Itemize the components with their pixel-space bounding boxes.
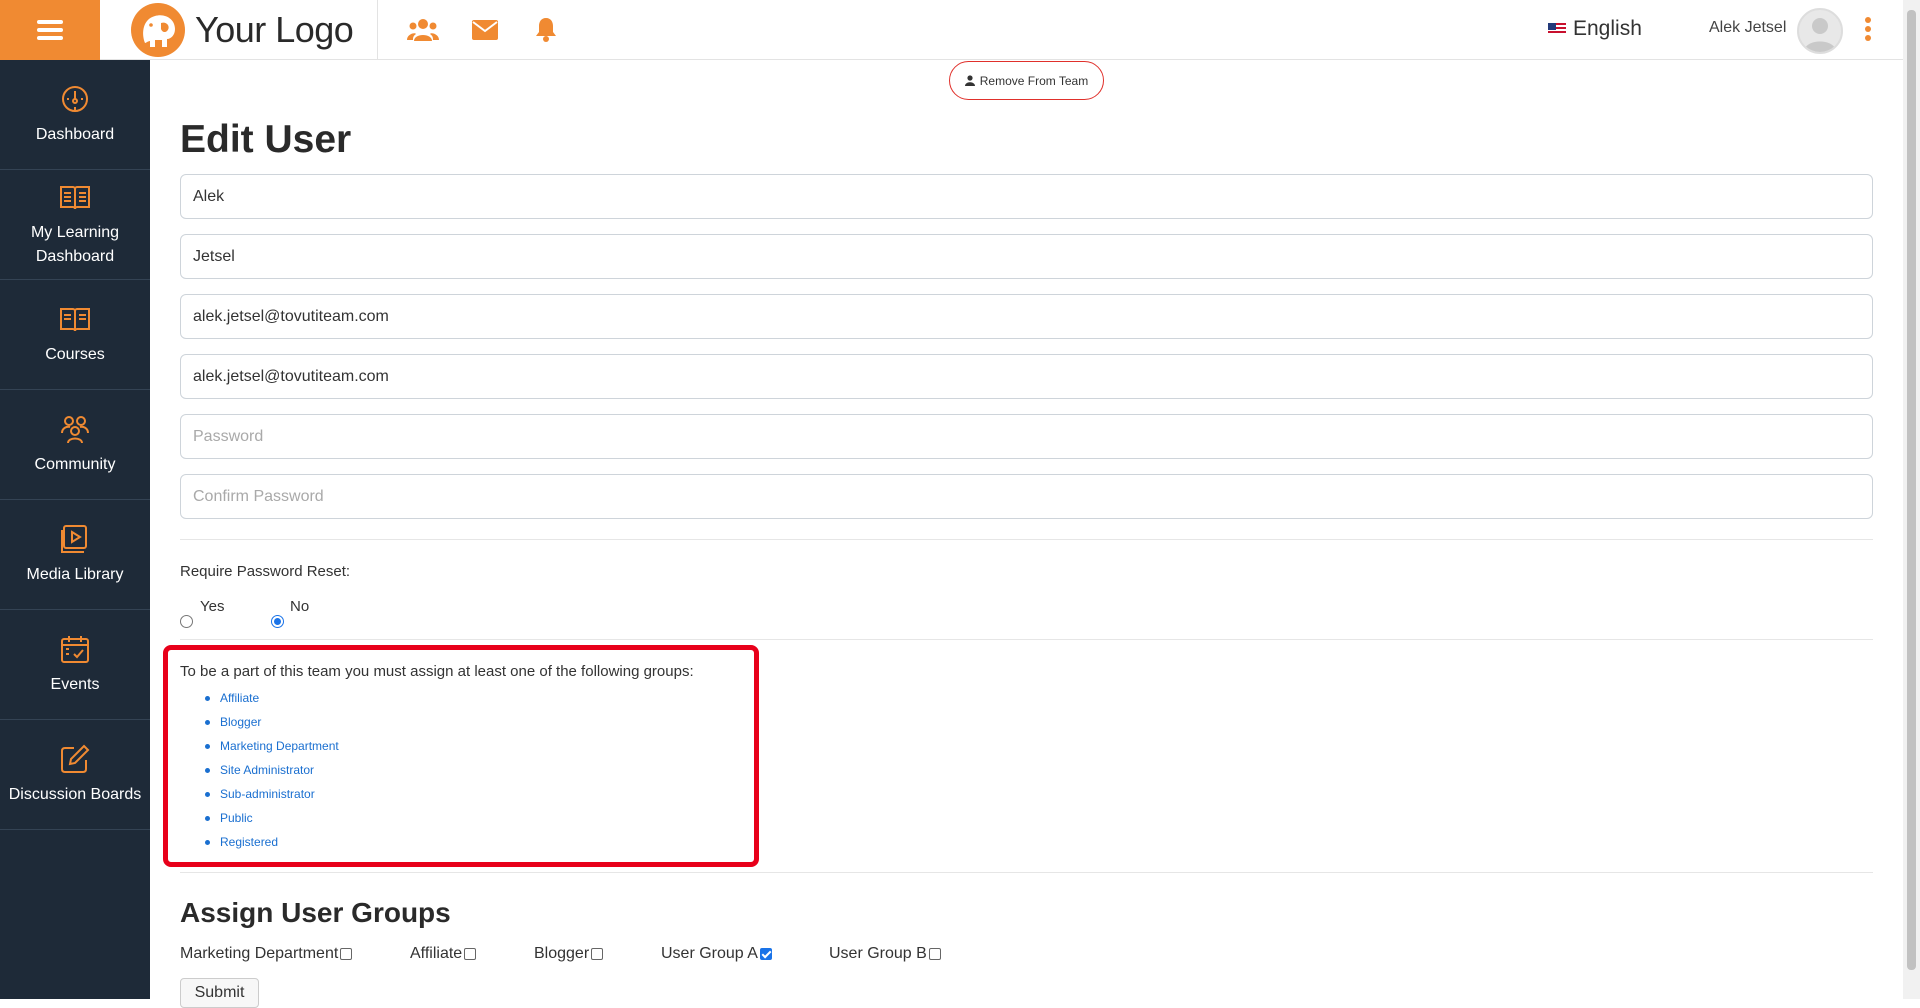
confirm-password-field[interactable]	[180, 474, 1873, 519]
scrollbar-thumb[interactable]	[1907, 10, 1916, 970]
menu-toggle-button[interactable]	[0, 0, 100, 60]
user-name[interactable]: Alek Jetsel	[1709, 19, 1786, 37]
avatar[interactable]	[1797, 8, 1843, 54]
list-item[interactable]: Sub-administrator	[205, 782, 339, 806]
us-flag-icon	[1548, 23, 1566, 35]
team-icon[interactable]	[406, 14, 440, 46]
logo-text: Your Logo	[195, 9, 354, 50]
sidebar-item-media-library[interactable]: Media Library	[0, 500, 150, 610]
sidebar-item-dashboard[interactable]: Dashboard	[0, 60, 150, 170]
mail-icon[interactable]	[468, 14, 502, 46]
confirm-email-field[interactable]	[180, 354, 1873, 399]
edit-icon	[59, 743, 91, 775]
language-selector[interactable]: English	[1548, 17, 1642, 41]
password-reset-no-radio[interactable]	[271, 615, 284, 628]
calendar-icon	[59, 633, 91, 665]
email-field[interactable]	[180, 294, 1873, 339]
group-option-user-group-a[interactable]: User Group A	[661, 945, 772, 963]
sidebar-item-label: Dashboard	[35, 125, 115, 143]
group-option-user-group-b[interactable]: User Group B	[829, 945, 941, 963]
gauge-icon	[59, 83, 91, 115]
sidebar-item-label: My Learning Dashboard	[30, 223, 120, 265]
group-option-label: User Group A	[661, 945, 758, 962]
last-name-field[interactable]	[180, 234, 1873, 279]
sidebar-item-my-learning-dashboard[interactable]: My Learning Dashboard	[0, 170, 150, 280]
sidebar-item-label: Courses	[45, 345, 105, 363]
group-option-marketing-department[interactable]: Marketing Department	[180, 945, 353, 963]
media-library-icon	[59, 523, 91, 555]
sidebar-item-community[interactable]: Community	[0, 390, 150, 500]
divider	[180, 639, 1873, 640]
sidebar-item-label: Events	[50, 675, 100, 693]
top-header: Your Logo English Alek Jetsel	[0, 0, 1920, 60]
group-checkbox[interactable]	[928, 948, 941, 960]
page-scrollbar[interactable]	[1903, 0, 1920, 999]
divider	[180, 539, 1873, 540]
elephant-logo-icon	[131, 3, 185, 57]
submit-button[interactable]: Submit	[180, 978, 259, 1008]
bell-icon[interactable]	[529, 14, 563, 46]
sidebar-item-discussion-boards[interactable]: Discussion Boards	[0, 720, 150, 830]
community-icon	[59, 413, 91, 445]
group-checkbox[interactable]	[591, 948, 604, 960]
required-groups-notice: To be a part of this team you must assig…	[180, 663, 694, 680]
sidebar-item-label: Media Library	[26, 565, 124, 583]
page-title: Edit User	[180, 118, 352, 161]
assign-user-groups-title: Assign User Groups	[180, 897, 451, 928]
list-item[interactable]: Public	[205, 806, 339, 830]
sidebar: Dashboard My Learning Dashboard Courses …	[0, 60, 150, 999]
group-option-label: Marketing Department	[180, 945, 339, 962]
list-item[interactable]: Blogger	[205, 710, 339, 734]
list-item[interactable]: Marketing Department	[205, 734, 339, 758]
group-checkbox[interactable]	[759, 948, 772, 960]
group-option-blogger[interactable]: Blogger	[534, 945, 604, 963]
sidebar-item-label: Discussion Boards	[8, 785, 142, 803]
first-name-field[interactable]	[180, 174, 1873, 219]
password-reset-label: Require Password Reset:	[180, 563, 351, 580]
book-icon	[59, 303, 91, 335]
group-option-affiliate[interactable]: Affiliate	[410, 945, 477, 963]
sidebar-item-label: Community	[34, 455, 116, 473]
group-option-label: User Group B	[829, 945, 927, 962]
divider	[180, 872, 1873, 873]
group-option-label: Blogger	[534, 945, 590, 962]
more-options-icon[interactable]	[1862, 17, 1874, 45]
sidebar-item-events[interactable]: Events	[0, 610, 150, 720]
group-checkbox[interactable]	[464, 948, 477, 960]
password-reset-yes-radio[interactable]	[180, 615, 193, 628]
radio-yes-label: Yes	[200, 598, 225, 615]
sidebar-item-courses[interactable]: Courses	[0, 280, 150, 390]
radio-no-label: No	[290, 598, 310, 615]
user-icon	[964, 75, 975, 86]
list-item[interactable]: Site Administrator	[205, 758, 339, 782]
required-groups-list: Affiliate Blogger Marketing Department S…	[205, 686, 339, 854]
group-checkbox[interactable]	[340, 948, 353, 960]
hamburger-icon	[37, 16, 63, 44]
group-option-label: Affiliate	[410, 945, 463, 962]
list-item[interactable]: Registered	[205, 830, 339, 854]
password-field[interactable]	[180, 414, 1873, 459]
open-book-icon	[59, 181, 91, 213]
remove-from-team-label: Remove From Team	[979, 73, 1089, 88]
remove-from-team-button[interactable]: Remove From Team	[949, 61, 1104, 100]
list-item[interactable]: Affiliate	[205, 686, 339, 710]
header-divider	[377, 0, 378, 60]
logo[interactable]: Your Logo	[131, 3, 354, 57]
language-label: English	[1573, 17, 1642, 40]
